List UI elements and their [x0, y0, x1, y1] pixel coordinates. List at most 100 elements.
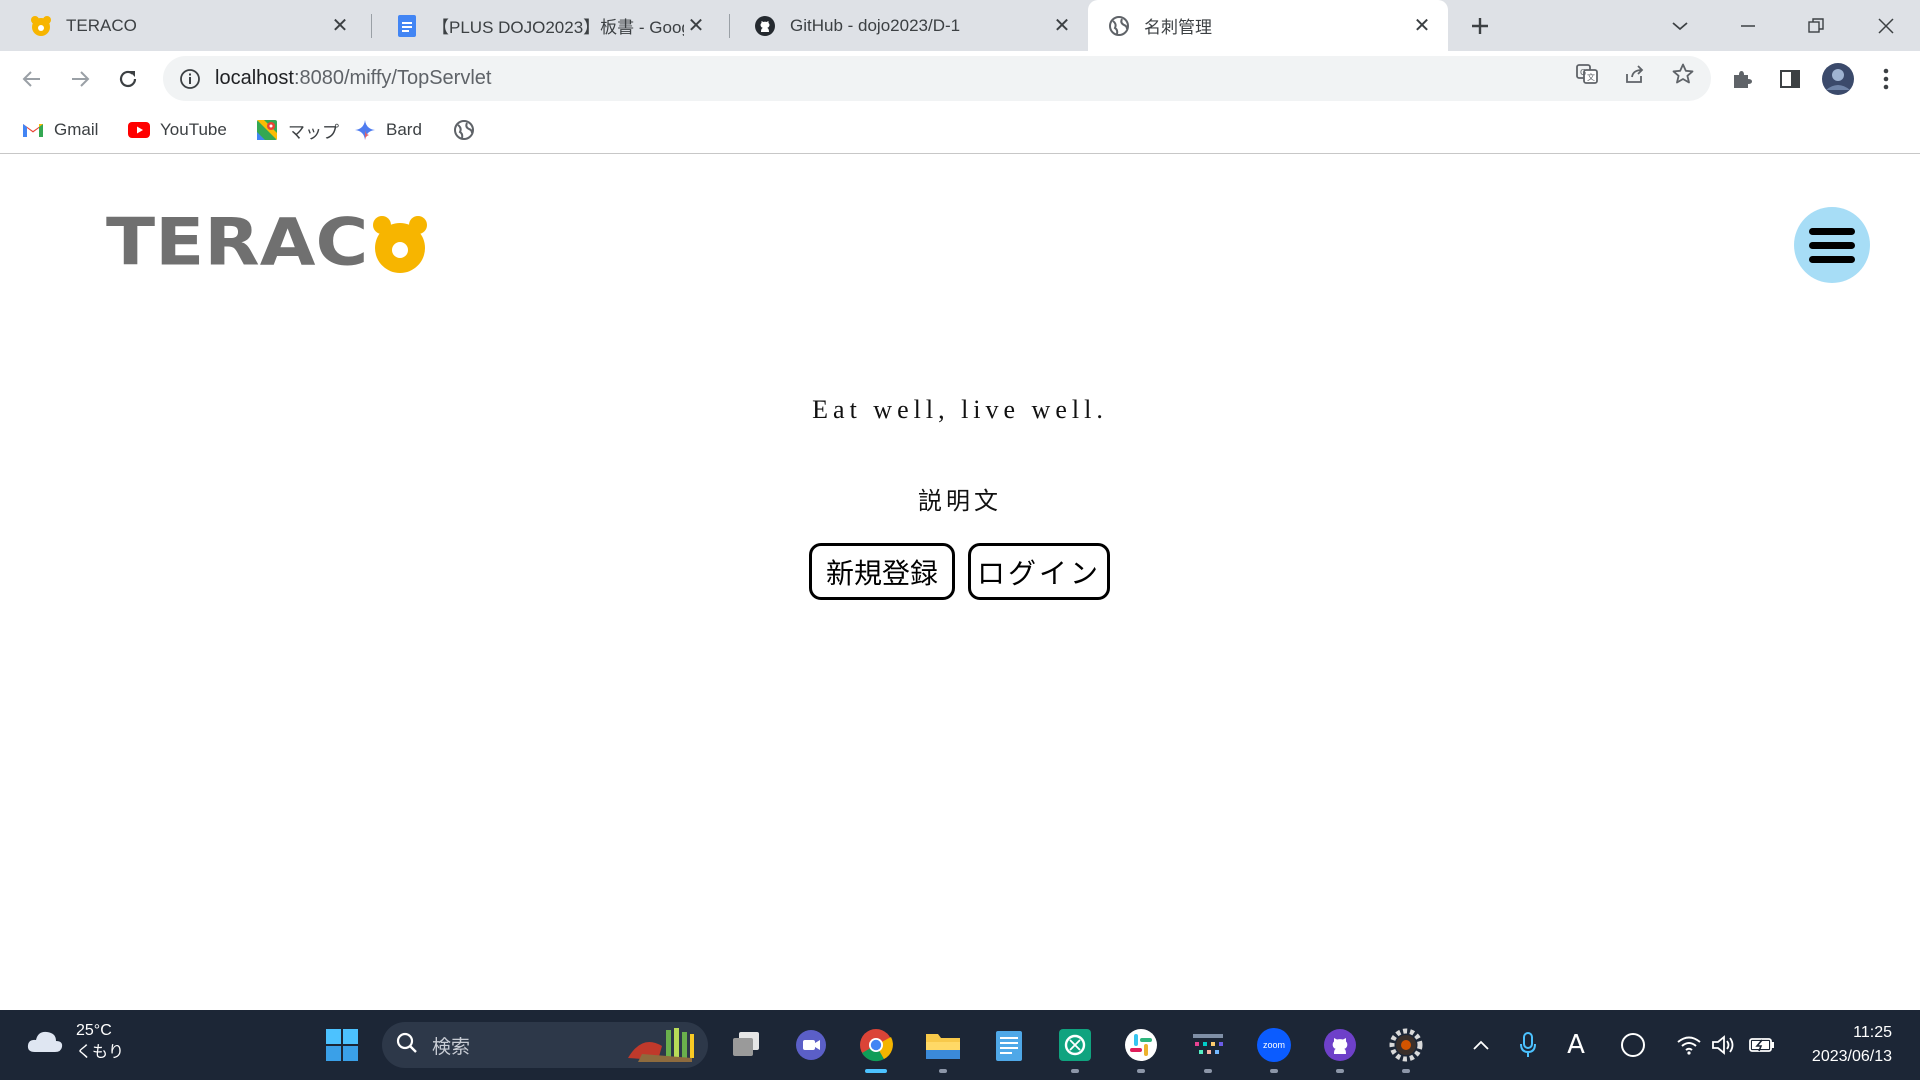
volume-icon[interactable] — [1707, 1028, 1741, 1062]
focus-assist-icon[interactable] — [1616, 1028, 1650, 1062]
extensions-puzzle-icon[interactable] — [1722, 59, 1762, 99]
github-desktop-icon[interactable] — [1318, 1023, 1362, 1073]
chatgpt-icon[interactable] — [1053, 1023, 1097, 1073]
bookmark-star-icon[interactable] — [1667, 58, 1699, 90]
bookmark-label: マップ — [288, 122, 339, 142]
bookmark-globe[interactable] — [453, 115, 485, 145]
tab-meishi-kanri[interactable]: 名刺管理 ✕ — [1088, 0, 1448, 51]
bookmarks-bar: Gmail YouTube マップ Bard — [0, 106, 1920, 154]
running-app-indicator — [1204, 1069, 1212, 1073]
share-icon[interactable] — [1619, 58, 1651, 90]
task-view-icon[interactable] — [724, 1023, 768, 1067]
notepad-icon[interactable] — [987, 1023, 1031, 1067]
google-docs-icon — [396, 14, 418, 37]
new-tab-button[interactable] — [1452, 0, 1508, 51]
profile-avatar[interactable] — [1818, 59, 1858, 99]
side-panel-icon[interactable] — [1770, 59, 1810, 99]
bookmark-gmail[interactable]: Gmail — [22, 115, 98, 145]
clock-date: 2023/06/13 — [1811, 1048, 1892, 1065]
bookmark-bard[interactable]: Bard — [354, 115, 422, 145]
web-page: TERAC Eat well, live well. 説明文 新規登録 ログイン — [0, 155, 1920, 1010]
globe-icon — [453, 119, 475, 141]
taskbar-search[interactable]: 検索 — [382, 1022, 708, 1068]
wifi-icon[interactable] — [1672, 1028, 1706, 1062]
bard-icon — [354, 119, 376, 141]
url-path: :8080/miffy/TopServlet — [293, 67, 492, 89]
tab-teraco[interactable]: TERACO ✕ — [10, 0, 366, 51]
tagline: Eat well, live well. — [812, 395, 1108, 424]
slack-icon[interactable] — [1119, 1023, 1163, 1073]
zoom-icon[interactable]: zoom — [1252, 1023, 1296, 1073]
running-app-indicator — [1336, 1069, 1344, 1073]
restore-window-button[interactable] — [1788, 0, 1844, 51]
chrome-menu-icon[interactable] — [1866, 59, 1906, 99]
hamburger-menu-button[interactable] — [1794, 207, 1870, 283]
menu-bar-line — [1809, 241, 1855, 249]
logo-bear-o-icon — [370, 213, 428, 273]
teams-chat-icon[interactable] — [789, 1023, 833, 1067]
bookmark-label: Gmail — [54, 120, 99, 139]
menu-bar-line — [1809, 227, 1855, 235]
site-info-icon[interactable] — [177, 66, 203, 92]
close-tab-icon[interactable]: ✕ — [1050, 14, 1074, 38]
weather-text: 25°C くもり — [76, 1020, 124, 1064]
logo-text: TERAC — [106, 204, 369, 280]
address-bar[interactable]: localhost:8080/miffy/TopServlet — [163, 56, 1711, 101]
tab-title: GitHub - dojo2023/D-1 — [790, 15, 961, 35]
teraco-logo[interactable]: TERAC — [106, 207, 428, 277]
system-clock[interactable]: 11:25 2023/06/13 — [1812, 1021, 1892, 1069]
forward-button[interactable] — [60, 59, 100, 99]
microphone-icon[interactable] — [1511, 1028, 1545, 1062]
globe-icon — [1108, 15, 1130, 37]
minimize-window-button[interactable] — [1720, 0, 1776, 51]
browser-toolbar: localhost:8080/miffy/TopServlet G文 — [0, 51, 1920, 106]
tab-separator — [729, 14, 730, 38]
show-hidden-icons-chevron-icon[interactable] — [1464, 1028, 1498, 1062]
close-tab-icon[interactable]: ✕ — [328, 14, 352, 38]
back-button[interactable] — [12, 59, 52, 99]
clock-time: 11:25 — [1853, 1024, 1892, 1041]
bookmark-label: YouTube — [160, 120, 227, 139]
weather-widget[interactable]: 25°C くもり — [26, 1020, 124, 1064]
reload-button[interactable] — [108, 59, 148, 99]
gear-app-icon[interactable] — [1384, 1023, 1428, 1073]
url-text[interactable]: localhost:8080/miffy/TopServlet — [215, 67, 491, 90]
bookmark-label: Bard — [386, 120, 422, 139]
menu-bar-line — [1809, 255, 1855, 263]
description-text: 説明文 — [918, 487, 1002, 515]
gmail-icon — [22, 119, 44, 141]
running-app-indicator — [1270, 1069, 1278, 1073]
translate-icon[interactable]: G文 — [1571, 58, 1603, 90]
tab-separator — [371, 14, 372, 38]
tab-github[interactable]: GitHub - dojo2023/D-1 ✕ — [734, 0, 1088, 51]
windows-start-icon[interactable] — [320, 1023, 364, 1067]
running-app-indicator — [1402, 1069, 1410, 1073]
windows-taskbar: 25°C くもり 検索 zoom A 11:25 2023/06/13 — [0, 1010, 1920, 1080]
svg-text:文: 文 — [1587, 72, 1595, 82]
tab-search-chevron-icon[interactable] — [1652, 0, 1708, 51]
close-window-button[interactable] — [1858, 0, 1914, 51]
app-grid-icon[interactable] — [1186, 1023, 1230, 1073]
youtube-icon — [128, 119, 150, 141]
login-button[interactable]: ログイン — [968, 543, 1110, 600]
close-tab-icon[interactable]: ✕ — [684, 14, 708, 38]
active-app-indicator — [865, 1069, 887, 1073]
bookmark-youtube[interactable]: YouTube — [128, 115, 227, 145]
ime-indicator[interactable]: A — [1559, 1028, 1593, 1062]
close-tab-icon[interactable]: ✕ — [1410, 14, 1434, 38]
bookmark-maps[interactable]: マップ — [256, 115, 339, 145]
svg-text:zoom: zoom — [1263, 1040, 1285, 1050]
maps-icon — [256, 119, 278, 141]
running-app-indicator — [1071, 1069, 1079, 1073]
battery-charging-icon[interactable] — [1745, 1028, 1779, 1062]
github-icon — [754, 15, 776, 37]
file-explorer-icon[interactable] — [921, 1023, 965, 1073]
register-button[interactable]: 新規登録 — [809, 543, 955, 600]
tab-google-docs[interactable]: 【PLUS DOJO2023】板書 - Google ✕ — [376, 0, 722, 51]
search-placeholder: 検索 — [432, 1036, 471, 1058]
tab-title: TERACO — [66, 15, 137, 35]
tab-title: 【PLUS DOJO2023】板書 - Google — [432, 18, 684, 37]
browser-tab-strip: TERACO ✕ 【PLUS DOJO2023】板書 - Google ✕ Gi… — [0, 0, 1920, 51]
url-host: localhost — [215, 67, 294, 89]
chrome-icon[interactable] — [854, 1023, 898, 1073]
